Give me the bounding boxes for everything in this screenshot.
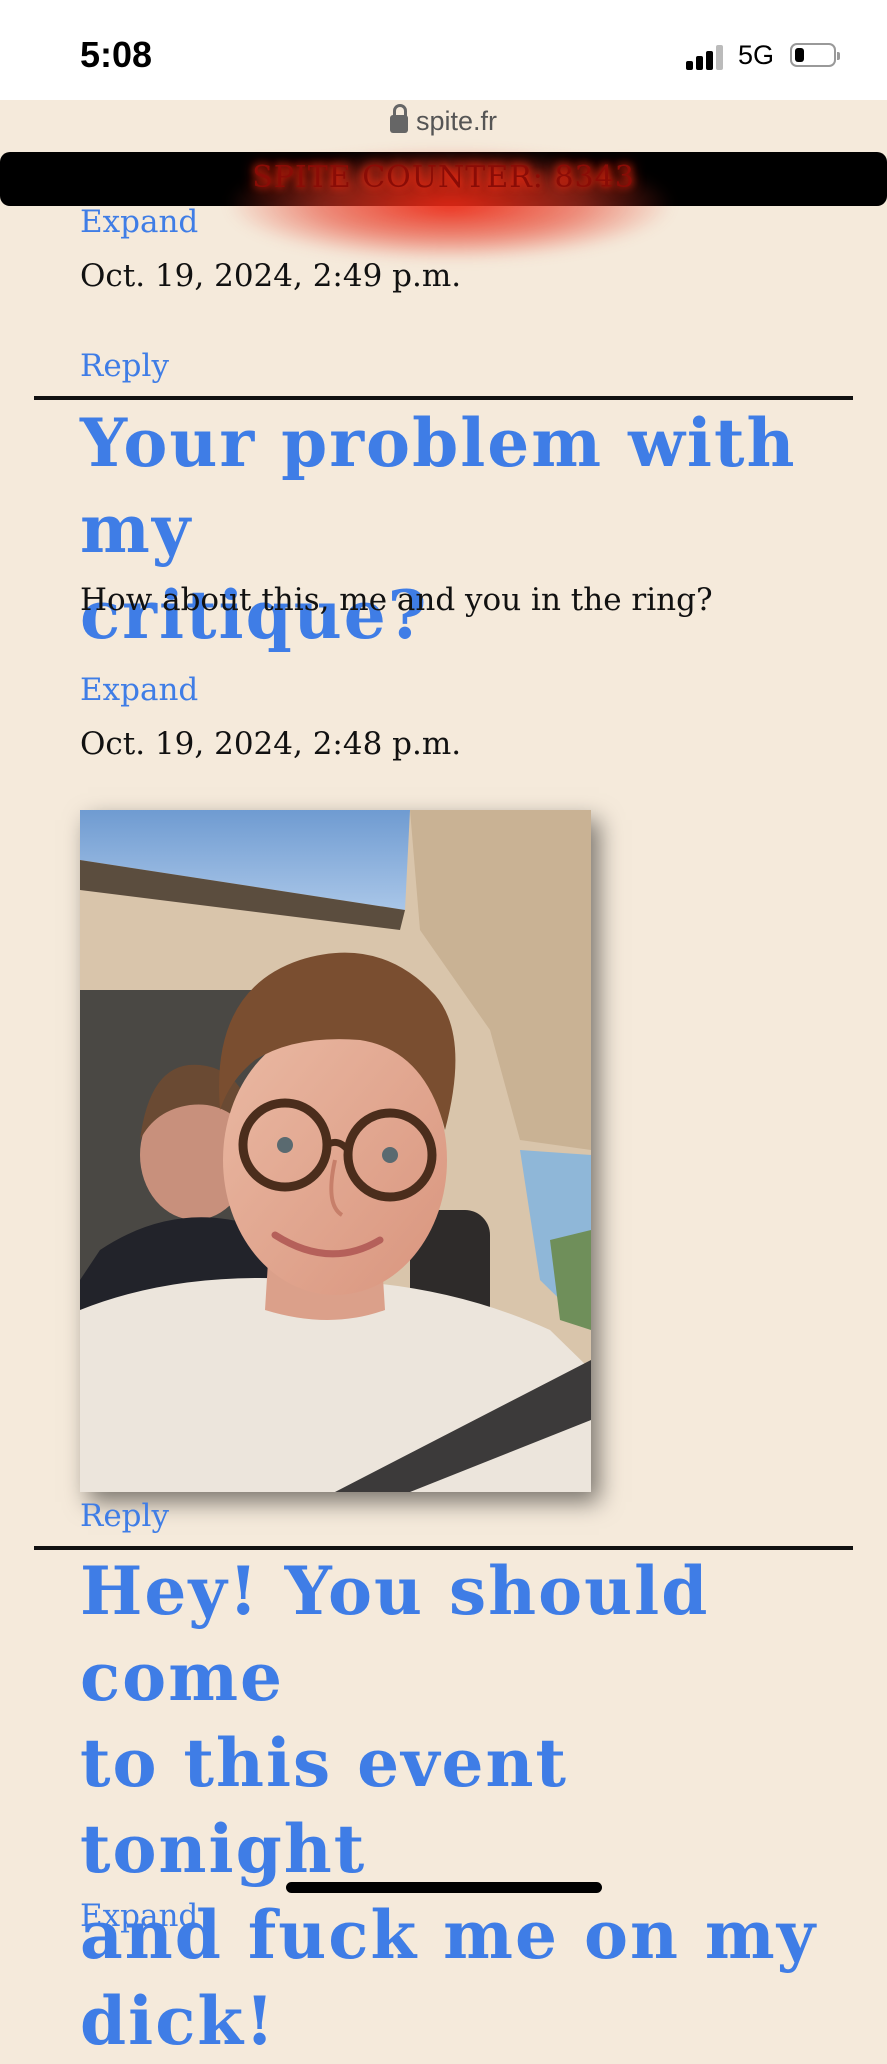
expand-link[interactable]: Expand: [80, 672, 198, 708]
network-type: 5G: [738, 40, 775, 70]
status-time: 5:08: [80, 34, 153, 75]
post-photo[interactable]: [80, 810, 591, 1492]
expand-link[interactable]: Expand: [80, 204, 198, 240]
home-indicator[interactable]: [286, 1882, 602, 1893]
post-title[interactable]: Your problem with my critique?: [80, 400, 840, 658]
expand-link[interactable]: Expand: [80, 1898, 198, 1934]
reply-link[interactable]: Reply: [80, 1498, 169, 1534]
post-date: Oct. 19, 2024, 2:48 p.m.: [80, 726, 462, 762]
post-title-line: dick!: [80, 1982, 277, 2060]
signal-icon: [686, 44, 726, 70]
post-date: Oct. 19, 2024, 2:49 p.m.: [80, 258, 462, 294]
status-bar: 5:08 5G: [0, 0, 887, 100]
post-title-line: Hey! You should come: [80, 1552, 710, 1716]
url-text: spite.fr: [415, 106, 498, 136]
lock-icon: [389, 104, 408, 133]
post-body: How about this, me and you in the ring?: [80, 582, 713, 618]
battery-icon: [790, 43, 840, 67]
address-bar[interactable]: spite.fr: [0, 104, 887, 137]
reply-link[interactable]: Reply: [80, 348, 169, 384]
post-title[interactable]: Hey! You should come to this event tonig…: [80, 1548, 840, 2064]
spite-counter-text: SPITE COUNTER: 8343: [252, 160, 635, 195]
post-title-line: Your problem with my: [80, 404, 797, 568]
post-title-line: to this event tonight: [80, 1724, 568, 1888]
